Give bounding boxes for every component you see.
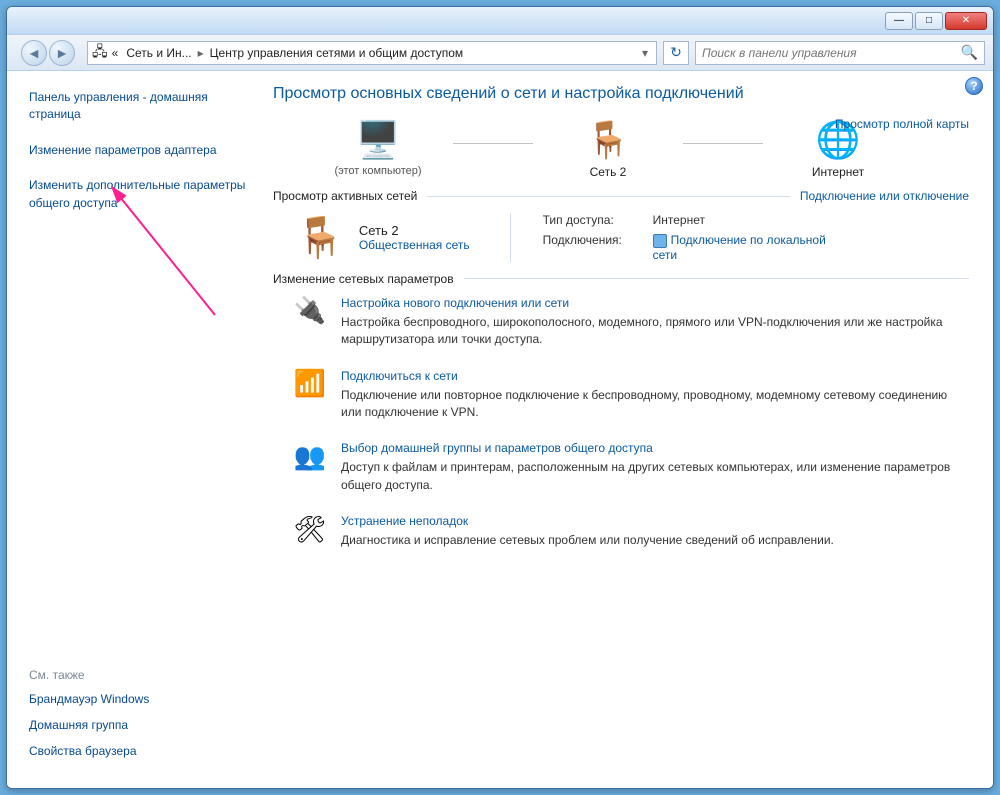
network-map: Просмотр полной карты 🖥️ (этот компьютер… [273, 117, 969, 179]
minimize-button[interactable]: — [885, 12, 913, 30]
map-this-computer: 🖥️ (этот компьютер) [313, 117, 443, 177]
task-list: 🔌 Настройка нового подключения или сети … [293, 296, 969, 550]
task-setup-connection-desc: Настройка беспроводного, широкополосного… [341, 314, 969, 349]
crumb-prefix: « [108, 46, 123, 60]
address-bar: ◄ ► 🖧 « Сеть и Ин... ▸ Центр управления … [7, 35, 993, 71]
sidebar-adapter-settings-link[interactable]: Изменение параметров адаптера [29, 142, 255, 159]
content: Панель управления - домашняя страница Из… [7, 71, 993, 788]
view-full-map-link[interactable]: Просмотр полной карты [835, 117, 969, 131]
network-name-label: Сеть 2 [543, 165, 673, 179]
crumb-current[interactable]: Центр управления сетями и общим доступом [206, 46, 468, 60]
see-also-homegroup[interactable]: Домашняя группа [29, 718, 255, 732]
active-network-type-link[interactable]: Общественная сеть [359, 238, 470, 252]
nav-back-button[interactable]: ◄ [21, 40, 47, 66]
active-networks-header: Просмотр активных сетей Подключение или … [273, 189, 969, 203]
access-type-label: Тип доступа: [543, 213, 653, 227]
public-network-icon: 🪑 [295, 214, 345, 261]
task-connect-network: 📶 Подключиться к сети Подключение или по… [293, 369, 969, 422]
setup-connection-icon: 🔌 [293, 296, 327, 326]
task-troubleshoot-desc: Диагностика и исправление сетевых пробле… [341, 532, 969, 549]
search-box[interactable]: 🔍 [695, 41, 985, 65]
network-icon: 🖧 [92, 41, 108, 65]
task-homegroup: 👥 Выбор домашней группы и параметров общ… [293, 441, 969, 494]
see-also-firewall[interactable]: Брандмауэр Windows [29, 692, 255, 706]
crumb-network[interactable]: Сеть и Ин... [122, 46, 195, 60]
troubleshoot-icon: 🛠 [293, 514, 327, 544]
ethernet-icon [653, 234, 667, 248]
task-setup-connection: 🔌 Настройка нового подключения или сети … [293, 296, 969, 349]
access-type-value: Интернет [653, 213, 833, 227]
window: — □ ✕ ◄ ► 🖧 « Сеть и Ин... ▸ Центр управ… [6, 6, 994, 789]
task-connect-network-link[interactable]: Подключиться к сети [341, 369, 969, 383]
titlebar: — □ ✕ [7, 7, 993, 35]
chevron-right-icon: ▸ [196, 46, 206, 60]
sidebar-home-link[interactable]: Панель управления - домашняя страница [29, 89, 255, 124]
search-icon[interactable]: 🔍 [961, 44, 978, 61]
refresh-button[interactable]: ↻ [663, 41, 689, 65]
computer-sub-label: (этот компьютер) [313, 165, 443, 177]
connection-link[interactable]: Подключение по локальной сети [653, 233, 833, 262]
nav-forward-button[interactable]: ► [49, 40, 75, 66]
task-homegroup-link[interactable]: Выбор домашней группы и параметров общег… [341, 441, 969, 455]
homegroup-icon: 👥 [293, 441, 327, 471]
map-network: 🪑 Сеть 2 [543, 117, 673, 179]
search-input[interactable] [702, 46, 961, 60]
help-icon[interactable]: ? [965, 77, 983, 95]
active-network-row: 🪑 Сеть 2 Общественная сеть Тип доступа: … [295, 213, 969, 262]
task-troubleshoot: 🛠 Устранение неполадок Диагностика и исп… [293, 514, 969, 549]
connect-disconnect-link[interactable]: Подключение или отключение [800, 189, 969, 203]
see-also-browser-props[interactable]: Свойства браузера [29, 744, 255, 758]
connections-label: Подключения: [543, 233, 653, 262]
change-settings-header: Изменение сетевых параметров [273, 272, 969, 286]
maximize-button[interactable]: □ [915, 12, 943, 30]
active-networks-label: Просмотр активных сетей [273, 189, 417, 203]
change-settings-label: Изменение сетевых параметров [273, 272, 454, 286]
active-network-name: Сеть 2 [359, 223, 470, 238]
task-homegroup-desc: Доступ к файлам и принтерам, расположенн… [341, 459, 969, 494]
task-troubleshoot-link[interactable]: Устранение неполадок [341, 514, 969, 528]
close-button[interactable]: ✕ [945, 12, 987, 30]
task-connect-network-desc: Подключение или повторное подключение к … [341, 387, 969, 422]
sidebar: Панель управления - домашняя страница Из… [7, 71, 255, 788]
breadcrumb[interactable]: 🖧 « Сеть и Ин... ▸ Центр управления сетя… [87, 41, 657, 65]
task-setup-connection-link[interactable]: Настройка нового подключения или сети [341, 296, 969, 310]
internet-label: Интернет [773, 165, 903, 179]
connect-network-icon: 📶 [293, 369, 327, 399]
computer-icon: 🖥️ [313, 117, 443, 163]
breadcrumb-dropdown[interactable]: ▾ [638, 46, 652, 60]
bench-icon: 🪑 [543, 117, 673, 163]
see-also-header: См. также [29, 668, 255, 682]
page-title: Просмотр основных сведений о сети и наст… [273, 85, 969, 103]
sidebar-sharing-settings-link[interactable]: Изменить дополнительные параметры общего… [29, 177, 255, 212]
main-panel: ? Просмотр основных сведений о сети и на… [255, 71, 993, 788]
